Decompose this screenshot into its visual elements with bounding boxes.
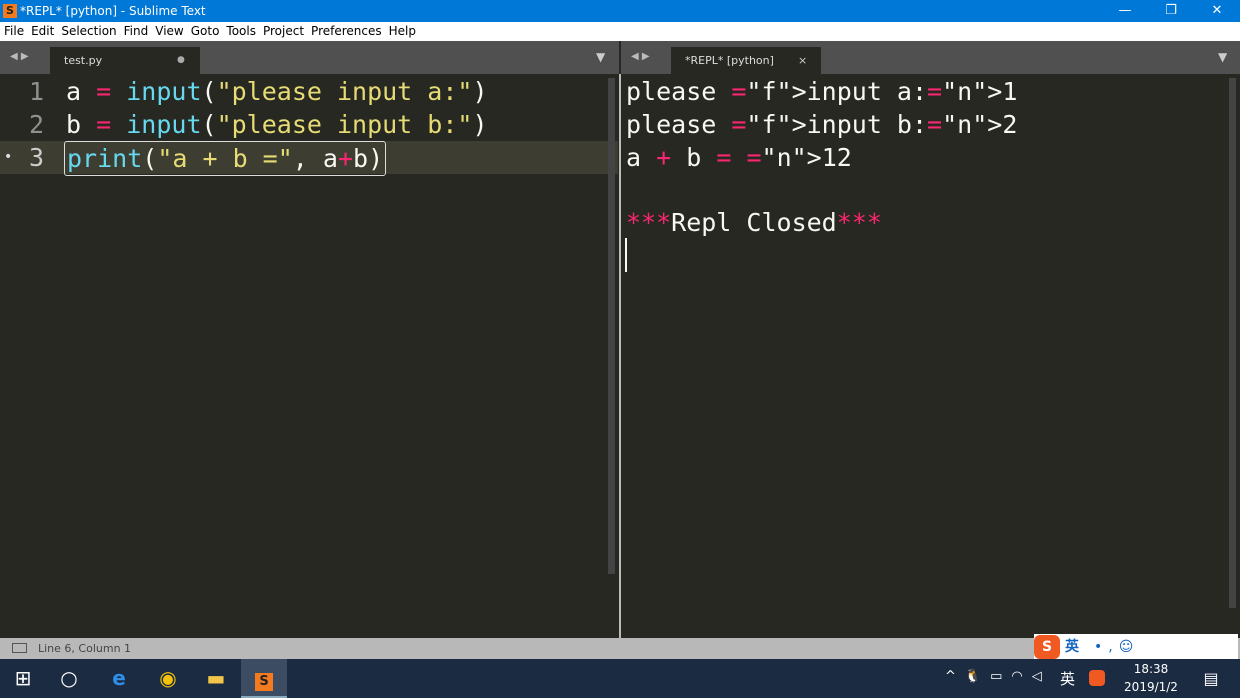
chrome-icon[interactable]: ◉ xyxy=(145,659,191,698)
tab-close-icon[interactable]: × xyxy=(798,47,807,74)
tab-label: test.py xyxy=(64,54,103,67)
action-center-icon[interactable]: ▤ xyxy=(1188,659,1234,698)
tab-dropdown-icon[interactable]: ▼ xyxy=(596,50,605,64)
code-line: a = input("please input a:") xyxy=(66,77,488,106)
tab-nav-arrows-icon[interactable]: ◀ ▶ xyxy=(10,51,29,62)
ime-lang-toggle[interactable]: 英 xyxy=(1065,634,1079,660)
output-line: ***Repl Closed*** xyxy=(626,208,882,237)
taskbar: ⊞ ○ e ◉ ▬ S ^🐧▭◠◁ 英 18:38 2019/1/2 ▤ xyxy=(0,659,1240,698)
tab-dropdown-icon[interactable]: ▼ xyxy=(1218,50,1227,64)
scrollbar[interactable] xyxy=(1229,78,1236,608)
output-line: please ="f">input a:="n">1 xyxy=(626,77,1018,106)
ime-toolbar: S 英 •,☺⌨▦✎▲▦ xyxy=(1034,634,1238,681)
system-tray-icons[interactable]: ^🐧▭◠◁ xyxy=(945,669,1051,684)
unsaved-dot-icon[interactable]: ● xyxy=(177,47,185,74)
output-line: please ="f">input b:="n">2 xyxy=(626,110,1018,139)
menu-goto[interactable]: Goto xyxy=(191,22,220,41)
code-line: b = input("please input b:") xyxy=(66,110,488,139)
window-title: *REPL* [python] - Sublime Text xyxy=(20,4,206,18)
menu-find[interactable]: Find xyxy=(124,22,149,41)
menu-view[interactable]: View xyxy=(155,22,183,41)
left-tab-bar: ◀ ▶ test.py ● ▼ xyxy=(0,41,619,74)
title-bar: S *REPL* [python] - Sublime Text — ❐ ✕ xyxy=(0,0,1240,22)
modified-line-marker-icon: • xyxy=(4,149,13,165)
menu-tools[interactable]: Tools xyxy=(226,22,256,41)
menu-file[interactable]: File xyxy=(4,22,24,41)
minimize-button[interactable]: — xyxy=(1102,0,1148,22)
clock-time[interactable]: 18:38 xyxy=(1122,662,1180,676)
panel-toggle-icon[interactable] xyxy=(12,643,27,653)
menu-preferences[interactable]: Preferences xyxy=(311,22,382,41)
tab-test-py[interactable]: test.py ● xyxy=(50,47,200,74)
sublime-logo-icon: S xyxy=(3,4,17,18)
tab-nav-arrows-icon[interactable]: ◀ ▶ xyxy=(631,51,650,62)
clock-date[interactable]: 2019/1/2 xyxy=(1118,680,1184,694)
file-explorer-icon[interactable]: ▬ xyxy=(193,659,239,698)
scrollbar[interactable] xyxy=(608,78,615,574)
right-tab-bar: ◀ ▶ *REPL* [python] × ▼ xyxy=(621,41,1240,74)
menu-edit[interactable]: Edit xyxy=(31,22,54,41)
menu-project[interactable]: Project xyxy=(263,22,304,41)
cursor-position: Line 6, Column 1 xyxy=(38,642,132,655)
text-cursor xyxy=(625,238,627,272)
tray-lang[interactable]: 英 xyxy=(1060,668,1075,689)
sogou-logo-icon[interactable]: S xyxy=(1034,635,1060,659)
menu-bar: File Edit Selection Find View Goto Tools… xyxy=(0,22,1240,41)
sogou-tray-icon[interactable] xyxy=(1089,670,1105,686)
sublime-taskbar-icon[interactable]: S xyxy=(241,659,287,698)
tab-repl[interactable]: *REPL* [python] × xyxy=(671,47,821,74)
close-button[interactable]: ✕ xyxy=(1194,0,1240,22)
pane-divider[interactable] xyxy=(619,74,621,638)
tab-label: *REPL* [python] xyxy=(685,54,774,67)
line-number: 1 xyxy=(28,77,44,106)
output-line: a + b = ="n">12 xyxy=(626,143,852,172)
restore-button[interactable]: ❐ xyxy=(1148,0,1194,22)
menu-help[interactable]: Help xyxy=(389,22,416,41)
code-line: print("a + b =", a+b) xyxy=(64,141,387,176)
cortana-search-icon[interactable]: ○ xyxy=(46,659,92,698)
menu-selection[interactable]: Selection xyxy=(61,22,116,41)
windows-start-icon[interactable]: ⊞ xyxy=(0,659,46,698)
line-number: 2 xyxy=(28,110,44,139)
edge-icon[interactable]: e xyxy=(96,659,142,698)
